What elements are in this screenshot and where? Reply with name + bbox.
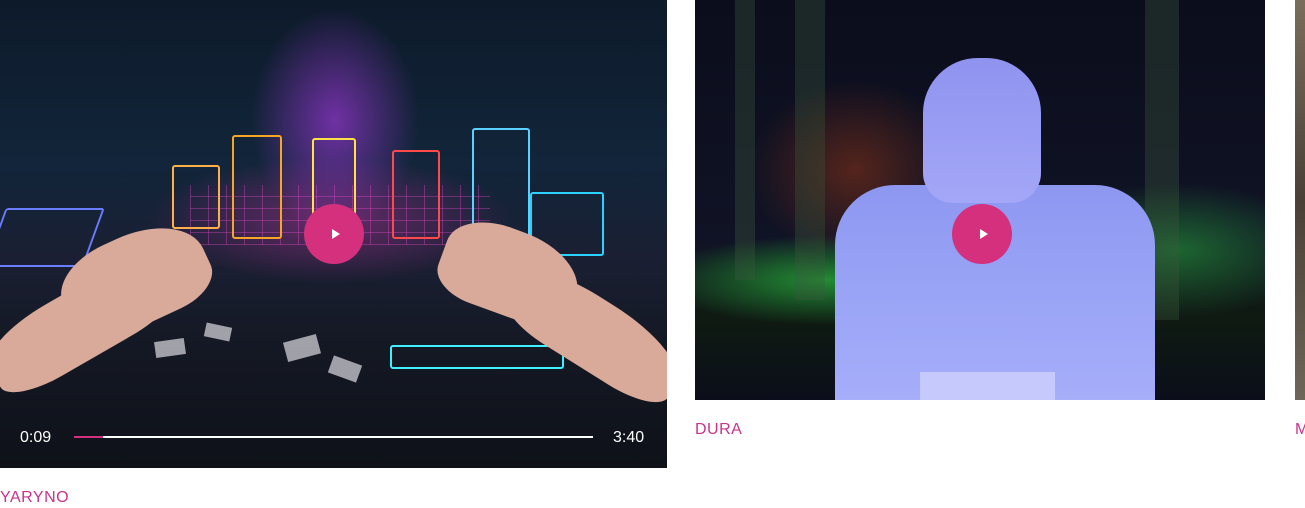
scattered-paper [203, 322, 233, 342]
video-title-yaryno[interactable]: YARYNO [0, 489, 69, 507]
arcade-cabinet-decoration [172, 165, 220, 229]
video-title-dura[interactable]: DURA [695, 421, 742, 439]
play-icon [979, 229, 988, 239]
arcade-cabinet-decoration [392, 150, 440, 239]
play-button[interactable] [952, 204, 1012, 264]
duration-time: 3:40 [613, 429, 645, 446]
kimono-belt [920, 372, 1055, 400]
current-time: 0:09 [20, 429, 52, 446]
progress-bar[interactable] [74, 436, 593, 438]
scattered-paper [282, 333, 322, 363]
video-thumbnail-partial[interactable] [1295, 0, 1305, 400]
video-card-yaryno: 0:09 3:40 YARYNO [0, 0, 667, 508]
video-title-partial[interactable]: M [1295, 421, 1305, 439]
video-card-dura: DURA [695, 0, 1265, 460]
scattered-paper [154, 337, 186, 359]
arcade-table-decoration [390, 345, 564, 369]
pillar-decoration [795, 0, 825, 300]
play-icon [331, 229, 340, 239]
progress-fill [74, 436, 103, 438]
play-button[interactable] [304, 204, 364, 264]
video-card-partial: M [1295, 0, 1305, 460]
arcade-cabinet-decoration [232, 135, 282, 239]
pillar-decoration [735, 0, 755, 280]
video-thumbnail-dura[interactable] [695, 0, 1265, 400]
hair-figure [923, 58, 1041, 203]
video-thumbnail-yaryno[interactable]: 0:09 3:40 [0, 0, 667, 468]
scattered-paper [327, 355, 363, 383]
right-arm [495, 254, 667, 416]
